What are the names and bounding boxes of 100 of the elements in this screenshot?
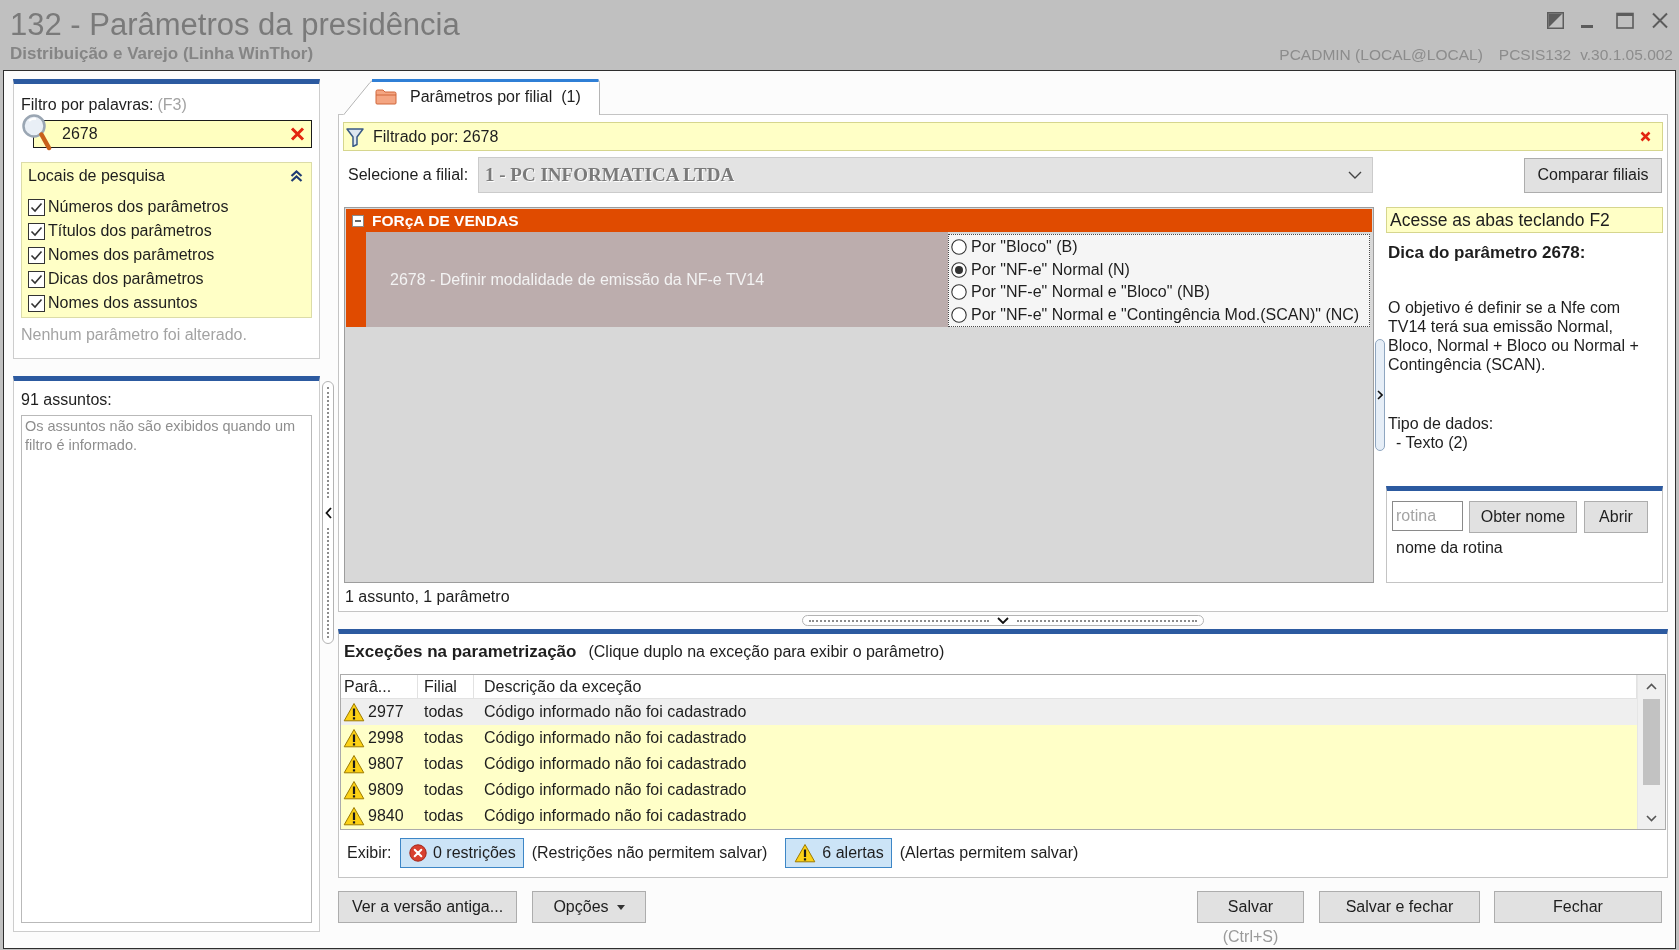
window-subtitle: Distribuição e Varejo (Linha WinThor) [10, 44, 315, 64]
checkbox-icon[interactable] [28, 270, 45, 288]
radio-icon[interactable] [951, 239, 967, 256]
table-cell: todas [424, 729, 464, 746]
section-title: Exceções na parametrização [344, 640, 577, 663]
hint-title: Dica do parâmetro 2678: [1388, 242, 1587, 264]
filter-toggle[interactable]: 0 restrições [400, 838, 524, 868]
table-row[interactable]: 2998 todas Código informado não foi cadastrado [341, 725, 1637, 751]
radio-option[interactable]: Por "NF-e" Normal e "Contingência Mod.(SCAN)" (NC) [949, 303, 1369, 326]
checkbox-icon[interactable] [28, 246, 45, 264]
grid-summary: 1 assunto, 1 parâmetro [344, 587, 511, 607]
table-cell-text: 2998 [368, 728, 404, 748]
folder-icon [375, 88, 397, 105]
chevron-left-icon[interactable] [324, 506, 332, 519]
shortcut-hint: (F3) [157, 95, 187, 115]
chevron-down-icon[interactable] [997, 617, 1009, 624]
window-title: 132 - Parâmetros da presidência [10, 7, 460, 43]
radio-icon[interactable] [951, 261, 967, 278]
section-title: Locais de pesquisa [28, 166, 165, 186]
subjects-count: 91 assuntos: [21, 390, 113, 410]
warning-icon [343, 806, 365, 826]
minus-box-icon[interactable] [352, 214, 364, 227]
table-cell: todas [424, 755, 464, 772]
warning-icon [794, 843, 817, 863]
field-label: Exibir: [347, 843, 393, 863]
save-button[interactable]: Salvar [1197, 891, 1304, 923]
tab[interactable]: Parâmetros por filial (1) [343, 79, 600, 115]
warning-icon [343, 780, 365, 800]
table-cell: Código informado não foi cadastrado [484, 807, 747, 824]
table-cell: todas [424, 703, 464, 720]
checkbox-icon[interactable] [28, 198, 45, 216]
table-cell-text: 9809 [368, 780, 404, 800]
table-cell: Código informado não foi cadastrado [484, 781, 747, 798]
warning-icon [343, 728, 365, 748]
warning-icon [343, 754, 365, 774]
table-cell-text: 9807 [368, 754, 404, 774]
radio-icon[interactable] [951, 306, 967, 323]
hint-description: O objetivo é definir se a Nfe com TV14 terá sua emissão Normal, Bloco, Normal + Bloco ou Normal + Contingência (SCAN). [1388, 298, 1640, 374]
group-header[interactable]: FORçA DE VENDAS [346, 209, 1372, 232]
checkbox-option[interactable]: Títulos dos parâmetros [28, 219, 305, 243]
splitter-handle[interactable] [322, 381, 334, 644]
scrollbar-thumb[interactable] [1643, 699, 1660, 785]
field-label: Selecione a filial: [347, 165, 470, 185]
group-title: FORçA DE VENDAS [372, 210, 519, 231]
close-button[interactable]: Fechar [1494, 891, 1662, 923]
get-name-button[interactable]: Obter nome [1469, 501, 1577, 533]
toggle-note: (Restrições não permitem salvar) [531, 843, 768, 863]
open-button[interactable]: Abrir [1584, 501, 1648, 533]
checkbox-icon[interactable] [28, 222, 45, 240]
table-row[interactable]: 9809 todas Código informado não foi cadastrado [341, 777, 1637, 803]
table-row[interactable]: 9840 todas Código informado não foi cadastrado [341, 803, 1637, 829]
radio-option[interactable]: Por "NF-e" Normal e "Bloco" (NB) [949, 281, 1369, 304]
column-header[interactable]: Parâ... [341, 675, 418, 698]
data-type-label: Tipo de dados: [1388, 414, 1495, 433]
routine-name: nome da rotina [1395, 538, 1504, 558]
split-square-icon[interactable] [1547, 12, 1564, 29]
filter-toggle[interactable]: 6 alertas [785, 838, 892, 868]
notice-bar: Acesse as abas teclando F2 [1386, 207, 1663, 233]
table-cell: todas [424, 807, 464, 824]
empty-list-message: Os assuntos não são exibidos quando um filtro é informado. [25, 417, 297, 455]
search-icon [20, 112, 52, 152]
radio-icon[interactable] [951, 284, 967, 301]
table-cell: Código informado não foi cadastrado [484, 703, 747, 720]
splitter-handle[interactable] [802, 615, 1204, 626]
checkbox-option[interactable]: Nomes dos assuntos [28, 291, 305, 315]
section-hint: (Clique duplo na exceção para exibir o parâmetro) [588, 641, 945, 662]
caret-down-icon[interactable] [616, 904, 625, 910]
table-row[interactable]: 2977 todas Código informado não foi cadastrado [341, 699, 1637, 725]
close-icon[interactable] [1651, 12, 1669, 29]
column-header[interactable]: Filial [418, 675, 474, 698]
table-row[interactable]: 9807 todas Código informado não foi cadastrado [341, 751, 1637, 777]
button[interactable]: Ver a versão antiga... [338, 891, 517, 923]
radio-option[interactable]: Por "Bloco" (B) [949, 236, 1369, 259]
clear-icon[interactable] [290, 127, 305, 141]
checkbox-option[interactable]: Dicas dos parâmetros [28, 267, 305, 291]
table-cell-text: 9840 [368, 806, 404, 826]
radio-option[interactable]: Por "NF-e" Normal (N) [949, 258, 1369, 281]
chevron-down-icon[interactable] [1646, 814, 1657, 822]
maximize-icon[interactable] [1616, 12, 1634, 29]
splitter-handle[interactable] [1375, 339, 1385, 451]
checkbox-option[interactable]: Nomes dos parâmetros [28, 243, 305, 267]
double-chevron-up-icon[interactable] [290, 170, 303, 182]
warning-icon [343, 702, 365, 722]
tab-count: (1) [561, 86, 581, 107]
error-icon [409, 844, 427, 862]
clear-icon[interactable] [1640, 131, 1651, 142]
table-cell-text: 2977 [368, 702, 404, 722]
routine-input[interactable]: rotina [1392, 501, 1463, 531]
menu-button[interactable]: Opções [532, 891, 646, 923]
compare-button[interactable]: Comparar filiais [1524, 157, 1662, 193]
toggle-note: (Alertas permitem salvar) [899, 843, 1079, 863]
shortcut-hint: (Ctrl+S) [1222, 928, 1279, 945]
status-text: Nenhum parâmetro foi alterado. [21, 325, 248, 345]
checkbox-icon[interactable] [28, 294, 45, 312]
checkbox-option[interactable]: Números dos parâmetros [28, 195, 305, 219]
chevron-up-icon[interactable] [1646, 682, 1657, 690]
save-close-button[interactable]: Salvar e fechar [1319, 891, 1480, 923]
table-cell: Código informado não foi cadastrado [484, 729, 747, 746]
chevron-right-icon[interactable] [1377, 390, 1383, 400]
search-field[interactable]: 2678 [33, 120, 312, 148]
